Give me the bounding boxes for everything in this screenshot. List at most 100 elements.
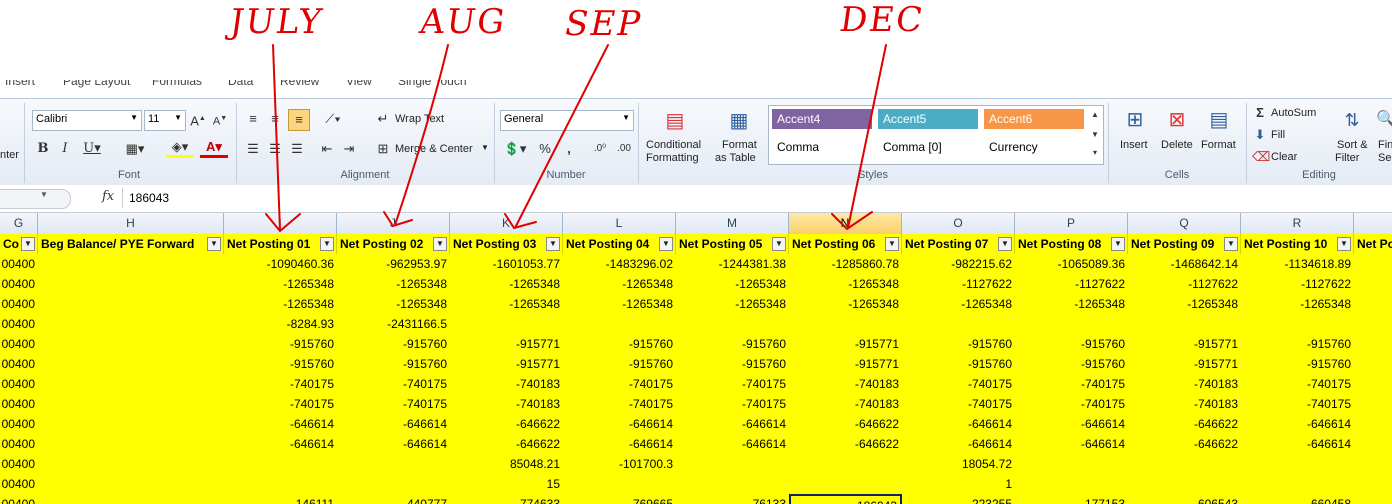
filter-dropdown-icon[interactable]: ▼ (546, 237, 560, 251)
table-cell[interactable]: 00400 (0, 274, 38, 294)
fill-button[interactable]: Fill (1271, 129, 1285, 141)
align-bottom-icon[interactable]: ≡ (288, 109, 310, 131)
table-cell[interactable]: 660458 (1241, 494, 1354, 504)
find-select-label-1[interactable]: Fin (1378, 139, 1392, 151)
table-cell[interactable]: -740183 (450, 394, 563, 414)
formula-input[interactable]: 186043 (122, 188, 1392, 208)
table-cell[interactable]: -1265348 (902, 294, 1015, 314)
table-cell[interactable]: -740175 (1241, 394, 1354, 414)
table-cell[interactable]: 00400 (0, 474, 38, 494)
table-cell[interactable]: -962953.97 (337, 254, 450, 274)
table-cell[interactable]: -915760 (1241, 334, 1354, 354)
header-cell[interactable]: Net Posting 07 ▼ (902, 234, 1015, 254)
table-cell[interactable] (1015, 474, 1128, 494)
table-cell[interactable]: -1265348 (563, 294, 676, 314)
table-cell[interactable]: -1265348 (450, 294, 563, 314)
table-cell[interactable] (1241, 454, 1354, 474)
filter-dropdown-icon[interactable]: ▼ (1337, 237, 1351, 251)
table-cell[interactable]: -740175 (1241, 374, 1354, 394)
col-header-q[interactable]: Q (1128, 213, 1241, 234)
filter-dropdown-icon[interactable]: ▼ (885, 237, 899, 251)
number-format-box[interactable]: General ▼ (500, 110, 634, 131)
table-cell[interactable]: -101700.3 (563, 454, 676, 474)
format-as-table-label-2[interactable]: as Table (715, 152, 756, 164)
currency-icon[interactable]: 💲▾ (502, 139, 528, 159)
table-cell[interactable]: -740175 (1015, 374, 1128, 394)
filter-dropdown-icon[interactable]: ▼ (207, 237, 221, 251)
col-header-k[interactable]: K (450, 213, 563, 234)
table-cell[interactable]: -1265348 (676, 274, 789, 294)
table-cell[interactable]: -1265348 (676, 294, 789, 314)
tab-review[interactable]: Review (280, 80, 319, 88)
table-cell[interactable]: 00400 (0, 374, 38, 394)
table-cell[interactable] (1015, 314, 1128, 334)
table-cell[interactable]: -646614 (676, 414, 789, 434)
header-cell[interactable]: Net Posting 03 ▼ (450, 234, 563, 254)
table-cell[interactable] (1015, 454, 1128, 474)
style-comma[interactable]: Comma (772, 137, 872, 157)
table-cell[interactable]: -915760 (563, 334, 676, 354)
table-cell[interactable] (38, 454, 224, 474)
font-color-icon[interactable]: A▾ (200, 139, 228, 158)
filter-dropdown-icon[interactable]: ▼ (21, 237, 35, 251)
align-left-icon[interactable]: ☰ (244, 139, 262, 159)
table-cell[interactable]: -646622 (450, 414, 563, 434)
header-cell[interactable]: Net Posting 04 ▼ (563, 234, 676, 254)
table-cell[interactable]: -1244381.38 (676, 254, 789, 274)
filter-dropdown-icon[interactable]: ▼ (320, 237, 334, 251)
style-comma-0[interactable]: Comma [0] (878, 137, 978, 157)
style-accent5[interactable]: Accent5 (878, 109, 978, 129)
table-cell[interactable]: -740175 (563, 374, 676, 394)
table-cell[interactable]: -1127622 (1015, 274, 1128, 294)
table-cell[interactable]: -915760 (1241, 354, 1354, 374)
tab-view[interactable]: View (346, 80, 372, 88)
chevron-down-icon[interactable]: ▼ (40, 190, 48, 199)
gallery-scroll-up-icon[interactable]: ▲ (1088, 105, 1102, 125)
table-cell[interactable]: -1065089.36 (1015, 254, 1128, 274)
table-cell[interactable]: 1 (902, 474, 1015, 494)
table-cell[interactable]: 00400 (0, 294, 38, 314)
table-cell[interactable]: -1127622 (902, 274, 1015, 294)
table-cell[interactable]: -740175 (563, 394, 676, 414)
col-header-l[interactable]: L (563, 213, 676, 234)
table-cell[interactable]: -915760 (676, 354, 789, 374)
table-cell[interactable] (1128, 454, 1241, 474)
table-cell[interactable]: -915760 (1015, 334, 1128, 354)
table-cell[interactable]: -915760 (224, 334, 337, 354)
table-cell[interactable]: -915771 (1128, 354, 1241, 374)
active-cell[interactable]: 186043 (789, 494, 902, 504)
table-cell[interactable]: 223255 (902, 494, 1015, 504)
sort-filter-label-1[interactable]: Sort & (1337, 139, 1368, 151)
align-top-icon[interactable]: ≡ (244, 109, 262, 129)
table-cell[interactable]: -915760 (1015, 354, 1128, 374)
table-cell[interactable]: 18054.72 (902, 454, 1015, 474)
insert-button[interactable]: Insert (1120, 139, 1148, 151)
table-cell[interactable]: -646614 (676, 434, 789, 454)
header-cell[interactable]: Co ▼ (0, 234, 38, 254)
col-header-i[interactable]: I (224, 213, 337, 234)
table-cell[interactable] (38, 414, 224, 434)
table-cell[interactable]: -915760 (902, 334, 1015, 354)
table-cell[interactable] (38, 374, 224, 394)
table-cell[interactable]: -646614 (902, 414, 1015, 434)
table-cell[interactable]: 00400 (0, 494, 38, 504)
table-cell[interactable]: -915760 (902, 354, 1015, 374)
table-cell[interactable] (1241, 314, 1354, 334)
header-cell[interactable]: Net Posting 08 ▼ (1015, 234, 1128, 254)
table-cell[interactable]: -646622 (450, 434, 563, 454)
orientation-icon[interactable]: ⟋▾ (320, 109, 346, 129)
table-cell[interactable] (1241, 474, 1354, 494)
filter-dropdown-icon[interactable]: ▼ (1224, 237, 1238, 251)
table-cell[interactable] (450, 314, 563, 334)
table-cell[interactable]: -646622 (1128, 434, 1241, 454)
table-cell[interactable] (38, 294, 224, 314)
table-cell[interactable]: -915760 (337, 354, 450, 374)
table-cell[interactable]: -646614 (563, 434, 676, 454)
filter-dropdown-icon[interactable]: ▼ (433, 237, 447, 251)
table-cell[interactable]: -740175 (224, 374, 337, 394)
table-cell[interactable] (789, 314, 902, 334)
decrease-indent-icon[interactable]: ⇤ (318, 139, 336, 159)
filter-dropdown-icon[interactable]: ▼ (1111, 237, 1125, 251)
align-center-icon[interactable]: ☰ (266, 139, 284, 159)
merge-center-button[interactable]: Merge & Center (395, 143, 473, 155)
